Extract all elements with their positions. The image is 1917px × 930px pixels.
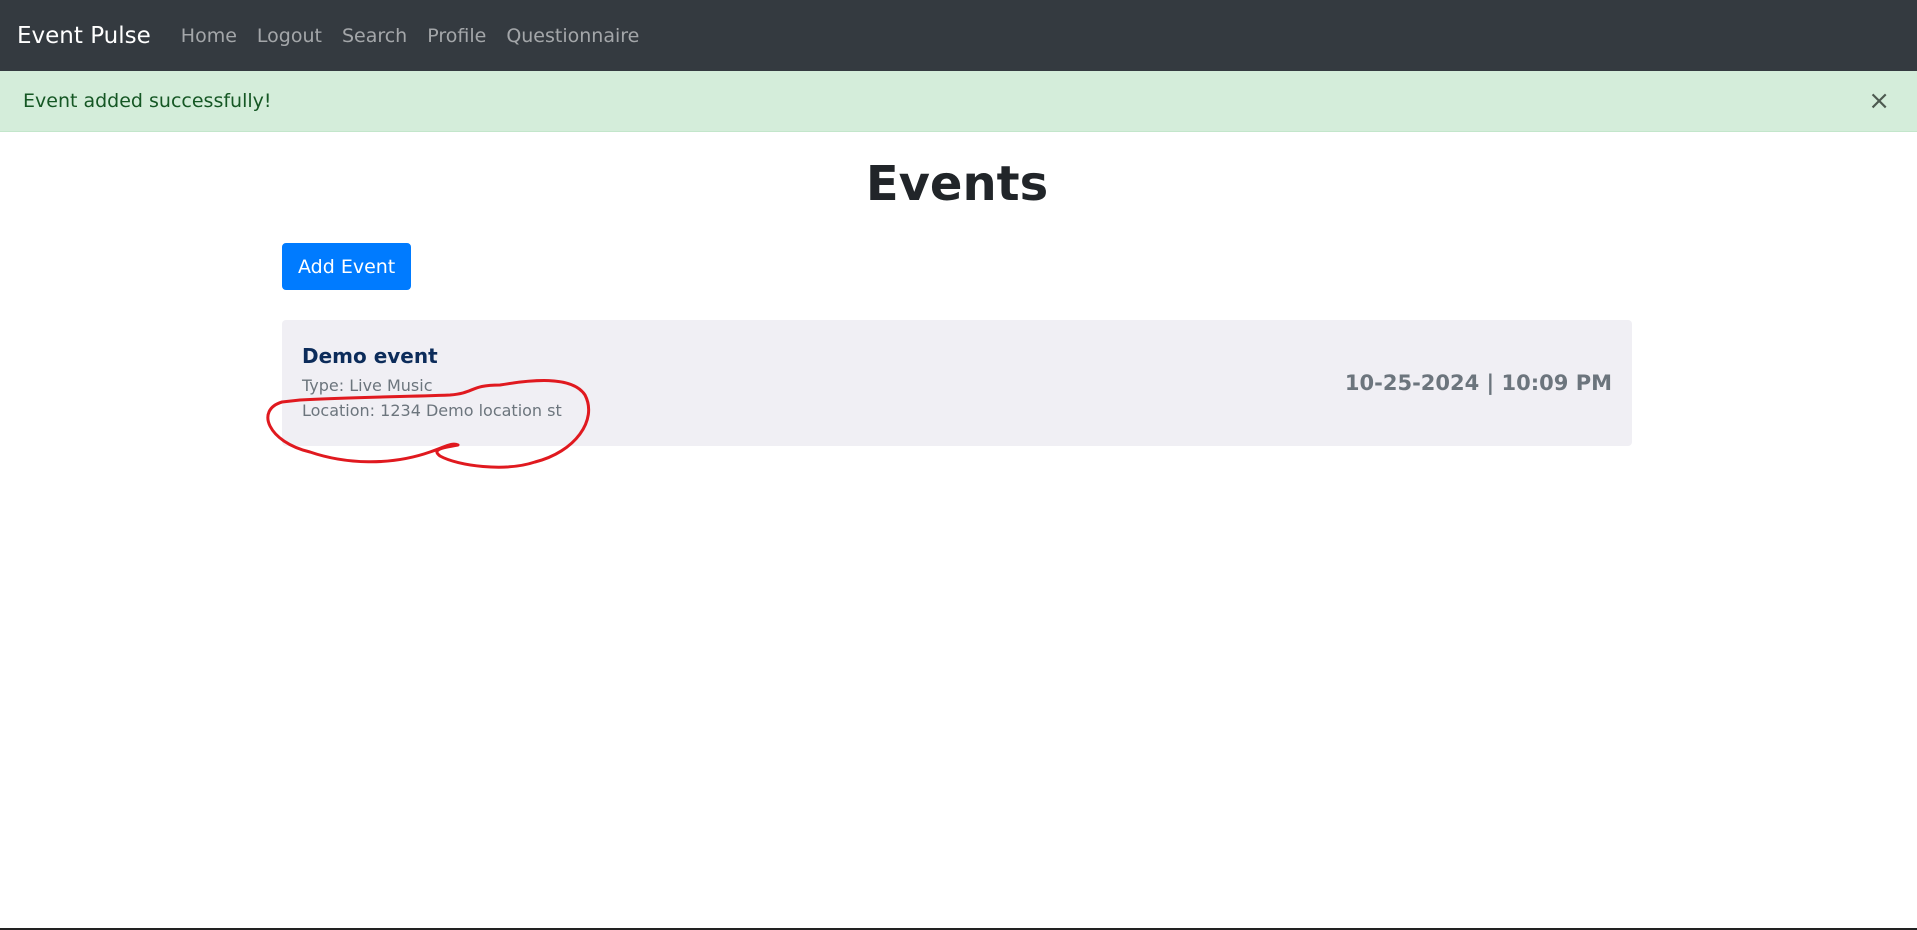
top-navbar: Event Pulse Home Logout Search Profile Q… [0,0,1917,71]
nav-profile-link[interactable]: Profile [427,25,486,47]
page-title: Events [865,156,1049,212]
brand-link[interactable]: Event Pulse [17,23,151,49]
alert-message: Event added successfully! [23,90,272,112]
success-alert: Event added successfully! × [0,71,1917,132]
add-event-button[interactable]: Add Event [282,243,412,290]
event-card[interactable]: Demo event Type: Live Music Location: 12… [282,320,1632,446]
nav-home-link[interactable]: Home [181,25,237,47]
event-datetime: 10-25-2024 | 10:09 PM [1344,371,1612,395]
close-icon[interactable]: × [1868,88,1890,114]
event-location: Location: 1234 Demo location st [302,401,562,420]
nav-logout-link[interactable]: Logout [257,25,322,47]
main-content: Events Add Event Demo event Type: Live M… [282,132,1632,446]
event-name[interactable]: Demo event [302,344,1612,368]
nav-questionnaire-link[interactable]: Questionnaire [506,25,639,47]
nav-search-link[interactable]: Search [342,25,407,47]
